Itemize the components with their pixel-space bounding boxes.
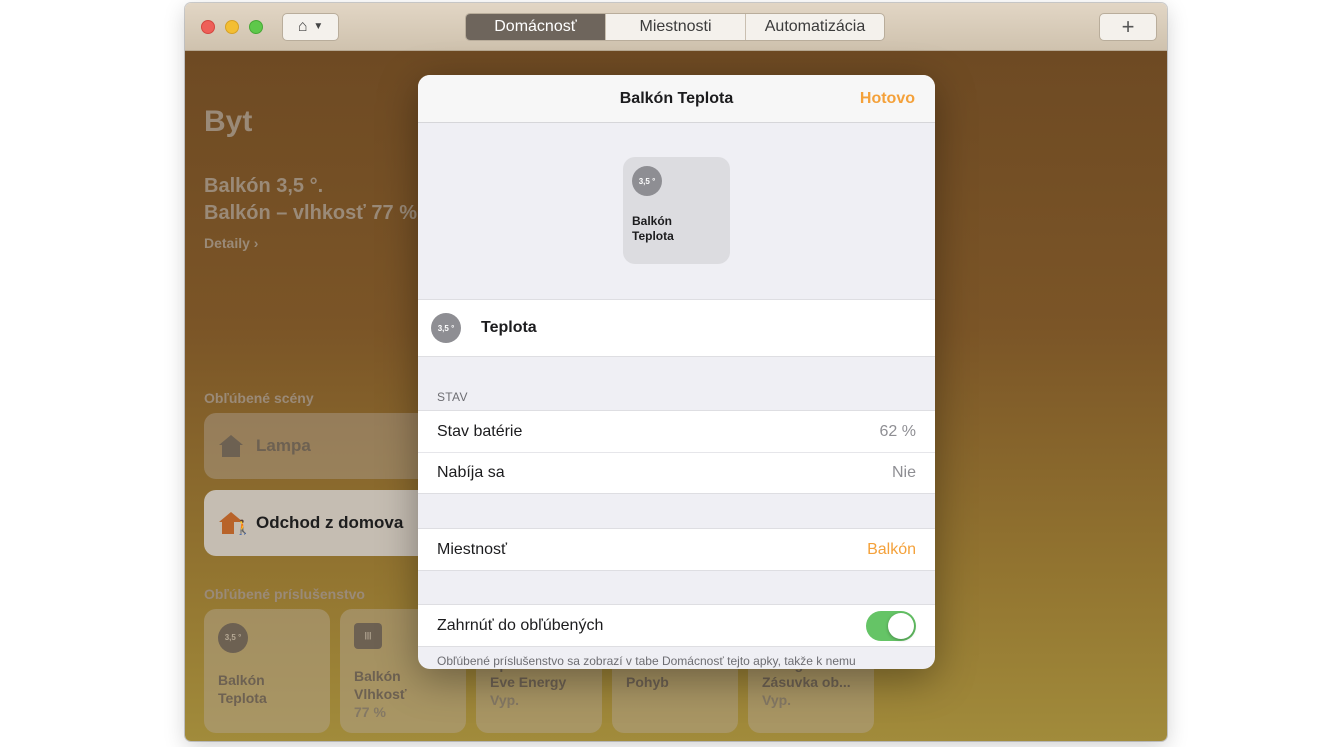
charging-label: Nabíja sa (437, 464, 505, 481)
done-button[interactable]: Hotovo (860, 90, 915, 108)
status-line: Balkón – vlhkosť 77 % (204, 202, 417, 224)
room-row[interactable]: Miestnosť Balkón (418, 528, 935, 571)
temperature-icon: 3,5 ° (431, 313, 461, 343)
close-window-button[interactable] (201, 20, 215, 34)
status-line: Balkón 3,5 °. (204, 175, 324, 197)
sheet-header: Balkón Teplota Hotovo (418, 75, 935, 123)
favorite-toggle[interactable] (866, 610, 916, 641)
room-value[interactable]: Balkón (867, 541, 916, 559)
battery-label: Stav batérie (437, 422, 523, 440)
preview-name: Balkón Teplota (632, 214, 674, 243)
temperature-icon: 3,5 ° (218, 623, 248, 653)
tab-domacnost[interactable]: Domácnosť (466, 14, 605, 40)
accessory-preview-tile[interactable]: 3,5 ° Balkón Teplota (623, 157, 730, 264)
service-name: Teplota (481, 319, 537, 336)
house-icon (218, 433, 244, 459)
main-tab-control: Domácnosť Miestnosti Automatizácia (465, 13, 885, 41)
scene-label: Odchod z domova (256, 513, 404, 532)
charging-row: Nabíja sa Nie (418, 452, 935, 494)
home-picker-button[interactable]: ⌂ ▼ (282, 13, 339, 41)
battery-row: Stav batérie 62 % (418, 410, 935, 452)
room-label: Miestnosť (437, 540, 508, 558)
charging-value: Nie (891, 464, 916, 481)
scene-label: Lampa (256, 436, 311, 455)
favorite-label: Zahrnúť do obľúbených (437, 616, 604, 634)
temperature-icon: 3,5 ° (632, 166, 662, 196)
service-row-teplota[interactable]: 3,5 ° Teplota (418, 299, 935, 357)
humidity-icon: ||| (354, 623, 382, 649)
title-bar: ⌂ ▼ Domácnosť Miestnosti Automatizácia + (185, 3, 1167, 51)
tab-miestnosti[interactable]: Miestnosti (605, 14, 745, 40)
toggle-knob (888, 612, 914, 639)
minimize-window-button[interactable] (225, 20, 239, 34)
battery-value: 62 % (879, 422, 916, 440)
scene-tile-lampa[interactable]: Lampa (204, 413, 434, 479)
add-button[interactable]: + (1099, 13, 1157, 41)
favorite-footnote: Obľúbené príslušenstvo sa zobrazí v tabe… (437, 654, 856, 668)
chevron-down-icon: ▼ (313, 21, 324, 32)
tab-automatizacia[interactable]: Automatizácia (745, 14, 884, 40)
favorite-scenes-heading: Obľúbené scény (204, 390, 314, 406)
favorite-accessories-heading: Obľúbené príslušenstvo (204, 586, 365, 602)
zoom-window-button[interactable] (249, 20, 263, 34)
home-title: Byt (204, 105, 253, 138)
leave-home-icon: 🚶 (218, 510, 251, 536)
accessory-tile[interactable]: 3,5 ° Balkón Teplota (204, 609, 330, 733)
status-section-label: STAV (437, 390, 468, 404)
scene-tile-odchod[interactable]: 🚶 Odchod z domova (204, 490, 434, 556)
sheet-title: Balkón Teplota (619, 90, 734, 107)
details-link[interactable]: Detaily › (204, 235, 258, 251)
favorite-row: Zahrnúť do obľúbených (418, 604, 935, 647)
accessory-detail-sheet: Balkón Teplota Hotovo 3,5 ° Balkón Teplo… (418, 75, 935, 669)
home-icon: ⌂ (297, 18, 308, 35)
